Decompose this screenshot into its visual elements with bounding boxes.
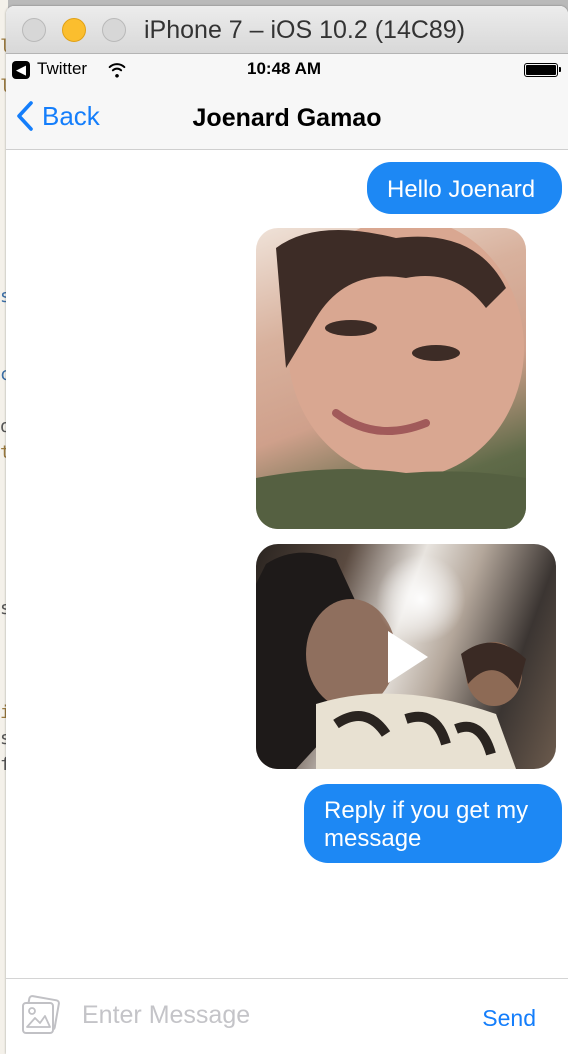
video-message[interactable] [256, 544, 556, 769]
status-bar: ◀ Twitter 10:48 AM [6, 54, 568, 84]
message-input[interactable] [82, 993, 462, 1037]
status-time: 10:48 AM [247, 59, 322, 78]
close-window-button[interactable] [22, 18, 46, 42]
window-titlebar[interactable]: iPhone 7 – iOS 10.2 (14C89) [6, 6, 568, 54]
outgoing-message-bubble[interactable]: Reply if you get my message [304, 784, 562, 863]
conversation-title: Joenard Gamao [192, 104, 382, 132]
photo-message[interactable] [256, 228, 526, 529]
window-title: iPhone 7 – iOS 10.2 (14C89) [144, 16, 466, 44]
simulator-window: iPhone 7 – iOS 10.2 (14C89) ◀ Twitter 10… [6, 6, 568, 1054]
photo-content [256, 228, 526, 529]
battery-icon [524, 63, 561, 77]
navigation-bar: Back Joenard Gamao [6, 84, 568, 150]
message-text: Reply if you get my message [324, 797, 529, 852]
play-icon[interactable] [386, 629, 430, 685]
back-to-app-icon[interactable]: ◀ [12, 61, 30, 79]
message-input-bar: Send [6, 978, 568, 1054]
wifi-icon [108, 63, 126, 78]
send-button[interactable]: Send [482, 1005, 536, 1032]
status-app-name[interactable]: Twitter [37, 59, 87, 79]
outgoing-message-bubble[interactable]: Hello Joenard [367, 162, 562, 214]
photo-icon[interactable] [18, 993, 64, 1039]
minimize-window-button[interactable] [62, 18, 86, 42]
message-list[interactable]: Hello Joenard Reply if you get my messag… [6, 150, 568, 978]
zoom-window-button[interactable] [102, 18, 126, 42]
device-screen: ◀ Twitter 10:48 AM Back Joenard Gamao He… [6, 54, 568, 1054]
message-text: Hello Joenard [387, 176, 536, 203]
